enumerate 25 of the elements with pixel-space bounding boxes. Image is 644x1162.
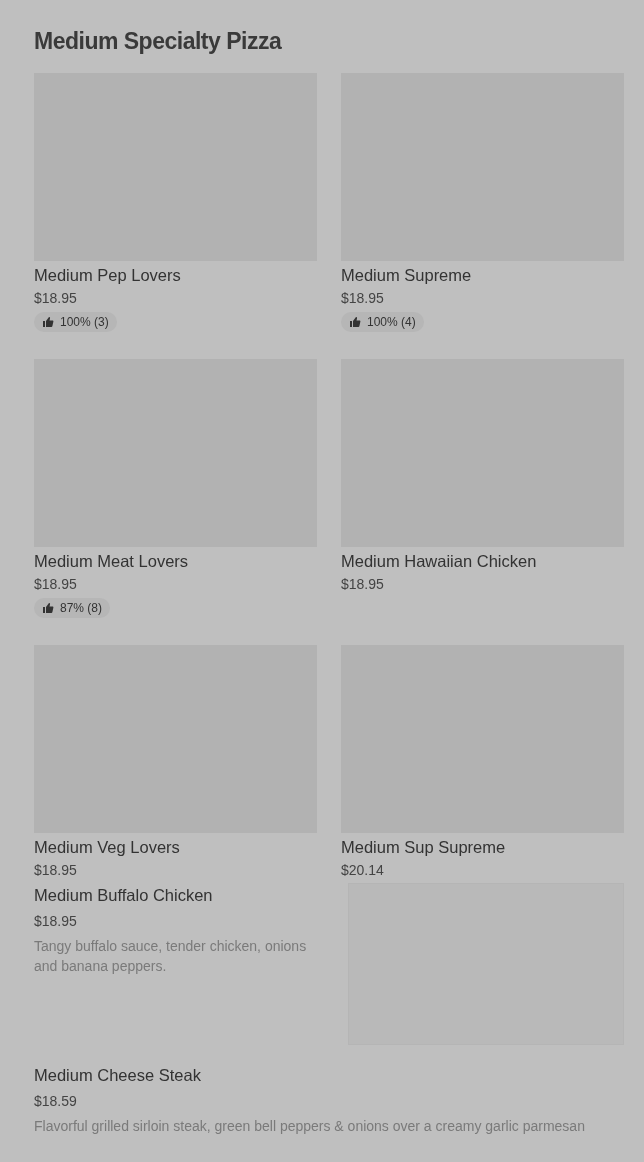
rating-text: 100% (3) [60, 315, 109, 329]
item-description: Tangy buffalo sauce, tender chicken, onions and banana peppers. [34, 937, 308, 976]
item-price: $18.95 [34, 862, 78, 878]
item-name[interactable]: Medium Sup Supreme [341, 838, 624, 857]
item-description: Flavorful grilled sirloin steak, green bell peppers & onions over a creamy garlic parmesan [34, 1117, 586, 1136]
item-name[interactable]: Medium Cheese Steak [34, 1066, 624, 1085]
item-price: $18.95 [341, 576, 385, 592]
item-price: $18.59 [34, 1093, 78, 1109]
rating-text: 87% (8) [60, 601, 103, 615]
thumbs-up-icon [42, 316, 54, 328]
thumbs-up-icon [349, 316, 361, 328]
item-name[interactable]: Medium Meat Lovers [34, 552, 317, 571]
item-name[interactable]: Medium Veg Lovers [34, 838, 317, 857]
item-price: $18.95 [341, 290, 385, 306]
item-name[interactable]: Medium Pep Lovers [34, 266, 317, 285]
section-title: Medium Specialty Pizza [34, 28, 283, 55]
item-name[interactable]: Medium Hawaiian Chicken [341, 552, 624, 571]
item-name[interactable]: Medium Supreme [341, 266, 624, 285]
item-price: $18.95 [34, 290, 78, 306]
thumbs-up-icon [42, 602, 54, 614]
item-price: $18.95 [34, 576, 78, 592]
rating-text: 100% (4) [367, 315, 416, 329]
item-price: $18.95 [34, 913, 78, 929]
item-name[interactable]: Medium Buffalo Chicken [34, 886, 324, 905]
item-price: $20.14 [341, 862, 385, 878]
